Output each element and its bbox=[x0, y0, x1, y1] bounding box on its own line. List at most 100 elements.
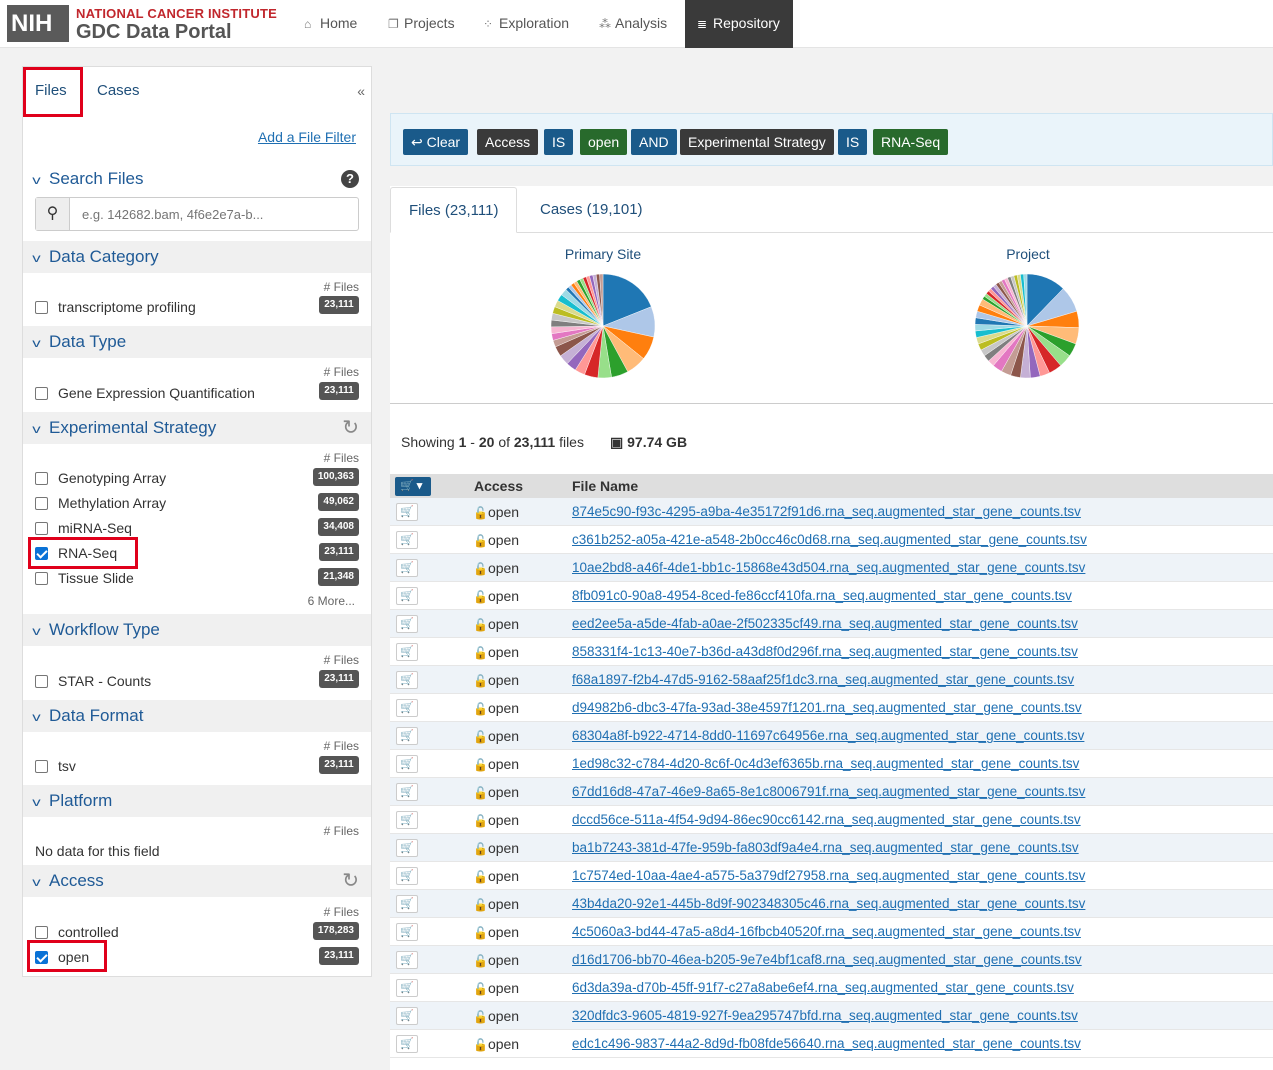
add-to-cart-button[interactable]: 🛒 bbox=[396, 1035, 418, 1053]
checkbox[interactable] bbox=[35, 926, 48, 939]
option-mirna-seq[interactable]: miRNA-Seq bbox=[35, 520, 132, 536]
option-count: 23,111 bbox=[319, 947, 359, 965]
add-to-cart-button[interactable]: 🛒 bbox=[396, 979, 418, 997]
option-tissue-slide[interactable]: Tissue Slide bbox=[35, 570, 134, 586]
column-header-access[interactable]: Access bbox=[474, 478, 523, 494]
checkbox[interactable] bbox=[35, 497, 48, 510]
file-name-link[interactable]: d16d1706-bb70-46ea-b205-9e7e4bf1caf8.rna… bbox=[572, 952, 1082, 967]
tab-files-results[interactable]: Files (23,111) bbox=[390, 187, 518, 233]
file-name-link[interactable]: 10ae2bd8-a46f-4de1-bb1c-15868e43d504.rna… bbox=[572, 560, 1085, 575]
file-name-link[interactable]: 1ed98c32-c784-4d20-8c6f-0c4d3ef6365b.rna… bbox=[572, 756, 1079, 771]
add-to-cart-button[interactable]: 🛒 bbox=[396, 559, 418, 577]
add-to-cart-button[interactable]: 🛒 bbox=[396, 895, 418, 913]
portal-name[interactable]: GDC Data Portal bbox=[76, 21, 232, 44]
add-to-cart-button[interactable]: 🛒 bbox=[396, 951, 418, 969]
file-name-link[interactable]: 68304a8f-b922-4714-8dd0-11697c64956e.rna… bbox=[572, 728, 1084, 743]
project-pie-chart[interactable] bbox=[974, 273, 1081, 380]
file-name-link[interactable]: c361b252-a05a-421e-a548-2b0cc46c0d68.rna… bbox=[572, 532, 1087, 547]
file-name-link[interactable]: 8fb091c0-90a8-4954-8ced-fe86ccf410fa.rna… bbox=[572, 588, 1072, 603]
query-operator-is[interactable]: IS bbox=[544, 129, 574, 155]
option-transcriptome-profiling[interactable]: transcriptome profiling bbox=[35, 299, 196, 315]
cart-all-dropdown[interactable]: 🛒 ▾ bbox=[395, 477, 431, 496]
table-header: 🛒 ▾ Access File Name bbox=[390, 474, 1273, 498]
file-name-link[interactable]: ba1b7243-381d-47fe-959b-fa803df9a4e4.rna… bbox=[572, 840, 1079, 855]
add-to-cart-button[interactable]: 🛒 bbox=[396, 867, 418, 885]
option-count: 49,062 bbox=[318, 493, 359, 511]
file-name-link[interactable]: eed2ee5a-a5de-4fab-a0ae-2f502335cf49.rna… bbox=[572, 616, 1078, 631]
add-to-cart-button[interactable]: 🛒 bbox=[396, 811, 418, 829]
add-to-cart-button[interactable]: 🛒 bbox=[396, 783, 418, 801]
reset-icon[interactable]: ↻ bbox=[342, 865, 359, 897]
file-name-link[interactable]: edc1c496-9837-44a2-8d9d-fb08fde56640.rna… bbox=[572, 1036, 1081, 1051]
add-to-cart-button[interactable]: 🛒 bbox=[396, 671, 418, 689]
nav-analysis[interactable]: ⁂ Analysis bbox=[599, 0, 667, 48]
facet-platform[interactable]: v Platform bbox=[23, 785, 371, 817]
facet-data-type[interactable]: v Data Type bbox=[23, 326, 371, 358]
help-icon[interactable]: ? bbox=[341, 170, 359, 188]
facet-data-format[interactable]: v Data Format bbox=[23, 700, 371, 732]
file-name-link[interactable]: 6d3da39a-d70b-45ff-91f7-c27a8abe6ef4.rna… bbox=[572, 980, 1074, 995]
file-name-link[interactable]: 320dfdc3-9605-4819-927f-9ea295747bfd.rna… bbox=[572, 1008, 1078, 1023]
checkbox[interactable] bbox=[35, 675, 48, 688]
add-to-cart-button[interactable]: 🛒 bbox=[396, 503, 418, 521]
checkbox[interactable] bbox=[35, 387, 48, 400]
add-to-cart-button[interactable]: 🛒 bbox=[396, 923, 418, 941]
add-to-cart-button[interactable]: 🛒 bbox=[396, 531, 418, 549]
checkbox[interactable] bbox=[35, 572, 48, 585]
tab-cases[interactable]: Cases bbox=[97, 82, 140, 99]
file-name-link[interactable]: f68a1897-f2b4-47d5-9162-58aaf25f1dc3.rna… bbox=[572, 672, 1074, 687]
query-field-access[interactable]: Access bbox=[477, 129, 539, 155]
checkbox[interactable] bbox=[35, 522, 48, 535]
file-name-link[interactable]: 874e5c90-f93c-4295-a9ba-4e35172f91d6.rna… bbox=[572, 504, 1081, 519]
nav-exploration[interactable]: ⁘ Exploration bbox=[483, 0, 569, 48]
facet-experimental-strategy[interactable]: v Experimental Strategy ↻ bbox=[23, 412, 371, 444]
add-to-cart-button[interactable]: 🛒 bbox=[396, 727, 418, 745]
tab-cases-results[interactable]: Cases (19,101) bbox=[522, 187, 661, 233]
column-header-file-name[interactable]: File Name bbox=[572, 478, 638, 494]
option-controlled[interactable]: controlled bbox=[35, 924, 119, 940]
file-name-link[interactable]: 1c7574ed-10aa-4ae4-a575-5a379df27958.rna… bbox=[572, 868, 1085, 883]
clear-query-button[interactable]: ↩ Clear bbox=[403, 129, 469, 155]
file-name-link[interactable]: 4c5060a3-bd44-47a5-a8d4-16fbcb40520f.rna… bbox=[572, 924, 1081, 939]
add-to-cart-button[interactable]: 🛒 bbox=[396, 699, 418, 717]
query-operator-is[interactable]: IS bbox=[838, 129, 868, 155]
checkbox[interactable] bbox=[35, 760, 48, 773]
show-more-link[interactable]: 6 More... bbox=[308, 594, 355, 608]
nih-logo[interactable]: NIH bbox=[7, 5, 69, 42]
add-to-cart-button[interactable]: 🛒 bbox=[396, 587, 418, 605]
file-name-link[interactable]: 67dd16d8-47a7-46e9-8a65-8e1c8006791f.rna… bbox=[572, 784, 1085, 799]
add-to-cart-button[interactable]: 🛒 bbox=[396, 643, 418, 661]
option-genotyping-array[interactable]: Genotyping Array bbox=[35, 470, 166, 486]
primary-site-pie-chart[interactable] bbox=[550, 273, 657, 380]
add-to-cart-button[interactable]: 🛒 bbox=[396, 755, 418, 773]
nav-home[interactable]: ⌂ Home bbox=[304, 0, 357, 48]
collapse-sidebar-button[interactable]: « bbox=[357, 83, 365, 99]
facet-workflow-type[interactable]: v Workflow Type bbox=[23, 614, 371, 646]
add-to-cart-button[interactable]: 🛒 bbox=[396, 615, 418, 633]
cart-icon: 🛒 bbox=[400, 618, 414, 630]
reset-icon[interactable]: ↻ bbox=[342, 412, 359, 444]
file-name-link[interactable]: 43b4da20-92e1-445b-8d9f-902348305c46.rna… bbox=[572, 896, 1085, 911]
checkbox[interactable] bbox=[35, 301, 48, 314]
institute-name[interactable]: NATIONAL CANCER INSTITUTE bbox=[76, 6, 277, 21]
file-name-link[interactable]: 858331f4-1c13-40e7-b36d-a43d8f0d296f.rna… bbox=[572, 644, 1078, 659]
option-gene-expression-quantification[interactable]: Gene Expression Quantification bbox=[35, 385, 255, 401]
facet-data-category[interactable]: v Data Category bbox=[23, 241, 371, 273]
query-value-open[interactable]: open bbox=[580, 129, 628, 155]
query-field-experimental-strategy[interactable]: Experimental Strategy bbox=[680, 129, 834, 155]
option-methylation-array[interactable]: Methylation Array bbox=[35, 495, 166, 511]
file-name-link[interactable]: d94982b6-dbc3-47fa-93ad-38e4597f1201.rna… bbox=[572, 700, 1082, 715]
file-name-link[interactable]: dccd56ce-511a-4f54-9d94-86ec90cc6142.rna… bbox=[572, 812, 1081, 827]
nav-repository[interactable]: ≣ Repository bbox=[685, 0, 793, 48]
facet-search-files[interactable]: v Search Files ? bbox=[23, 163, 371, 195]
checkbox[interactable] bbox=[35, 472, 48, 485]
query-value-rna-seq[interactable]: RNA-Seq bbox=[873, 129, 949, 155]
option-tsv[interactable]: tsv bbox=[35, 758, 76, 774]
add-file-filter-link[interactable]: Add a File Filter bbox=[258, 129, 356, 145]
nav-projects[interactable]: ❐ Projects bbox=[388, 0, 455, 48]
facet-access[interactable]: v Access ↻ bbox=[23, 865, 371, 897]
add-to-cart-button[interactable]: 🛒 bbox=[396, 839, 418, 857]
add-to-cart-button[interactable]: 🛒 bbox=[396, 1007, 418, 1025]
option-star-counts[interactable]: STAR - Counts bbox=[35, 673, 151, 689]
search-files-input[interactable] bbox=[72, 198, 356, 230]
